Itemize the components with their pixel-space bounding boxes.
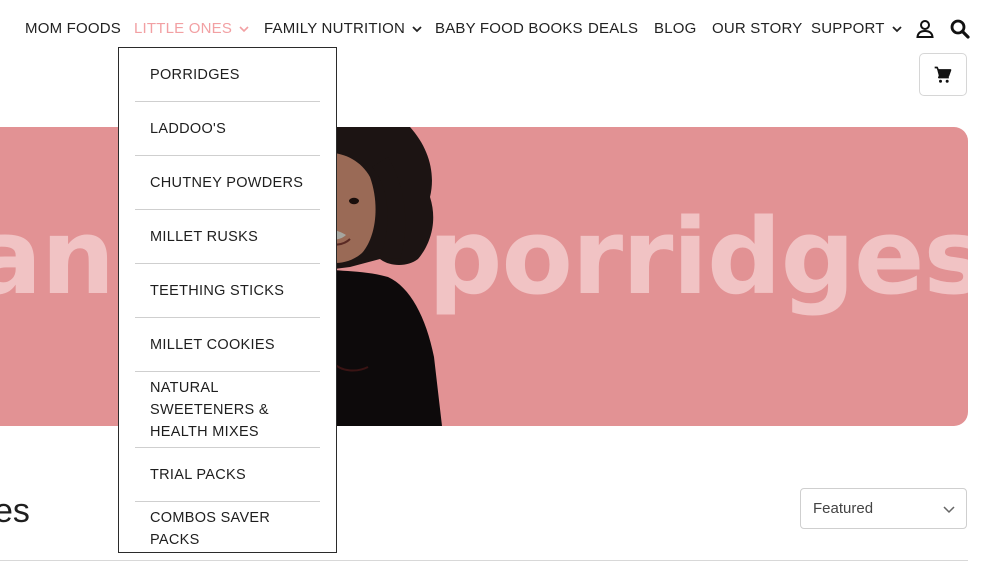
nav-item-little-ones[interactable]: LITTLE ONES: [134, 20, 250, 37]
chevron-down-icon: [239, 25, 249, 32]
hero-text-left: an: [0, 196, 115, 318]
nav-item-baby-food-books[interactable]: BABY FOOD BOOKS: [435, 20, 583, 37]
nav-label: DEALS: [588, 20, 639, 37]
nav-item-family-nutrition[interactable]: FAMILY NUTRITION: [264, 20, 423, 37]
cart-icon: [934, 66, 952, 83]
dropdown-item-label: LADDOO'S: [150, 120, 227, 137]
chevron-down-icon: [412, 25, 422, 32]
nav-item-our-story[interactable]: OUR STORY: [712, 20, 802, 37]
account-icon[interactable]: [914, 18, 936, 40]
chevron-down-icon: [892, 25, 902, 32]
hero-text-right: porridges: [428, 196, 968, 318]
dropdown-item-laddoos[interactable]: LADDOO'S: [135, 102, 320, 156]
nav-label: MOM FOODS: [25, 20, 121, 37]
dropdown-item-combos-saver-packs[interactable]: COMBOS SAVER PACKS: [135, 502, 320, 555]
dropdown-item-label: MILLET RUSKS: [150, 228, 259, 245]
dropdown-item-label: COMBOS SAVER PACKS: [150, 509, 271, 548]
section-divider: [0, 560, 968, 561]
dropdown-item-label: NATURAL SWEETENERS & HEALTH MIXES: [150, 379, 269, 440]
little-ones-dropdown-menu: PORRIDGES LADDOO'S CHUTNEY POWDERS MILLE…: [118, 47, 337, 553]
dropdown-item-label: PORRIDGES: [150, 66, 240, 83]
dropdown-item-millet-rusks[interactable]: MILLET RUSKS: [135, 210, 320, 264]
nav-label: BABY FOOD BOOKS: [435, 20, 583, 37]
nav-label: SUPPORT: [811, 20, 885, 37]
dropdown-item-label: CHUTNEY POWDERS: [150, 174, 304, 191]
nav-item-deals[interactable]: DEALS: [588, 20, 638, 37]
dropdown-item-chutney-powders[interactable]: CHUTNEY POWDERS: [135, 156, 320, 210]
nav-label: BLOG: [654, 20, 697, 37]
chevron-down-icon: [943, 505, 955, 513]
sort-select[interactable]: Featured: [800, 488, 967, 529]
nav-label: FAMILY NUTRITION: [264, 20, 405, 37]
dropdown-item-natural-sweeteners[interactable]: NATURAL SWEETENERS & HEALTH MIXES: [135, 372, 320, 448]
nav-item-support[interactable]: SUPPORT: [811, 20, 903, 37]
dropdown-item-millet-cookies[interactable]: MILLET COOKIES: [135, 318, 320, 372]
nav-label: OUR STORY: [712, 20, 803, 37]
search-icon[interactable]: [949, 18, 971, 40]
dropdown-item-label: MILLET COOKIES: [150, 336, 275, 353]
dropdown-item-trial-packs[interactable]: TRIAL PACKS: [135, 448, 320, 502]
nav-label: LITTLE ONES: [134, 20, 233, 37]
dropdown-item-label: TEETHING STICKS: [150, 282, 285, 299]
dropdown-item-label: TRIAL PACKS: [150, 466, 246, 483]
dropdown-item-porridges[interactable]: PORRIDGES: [135, 48, 320, 102]
nav-item-blog[interactable]: BLOG: [654, 20, 696, 37]
nav-item-mom-foods[interactable]: MOM FOODS: [25, 20, 121, 37]
sort-selected-value: Featured: [813, 500, 874, 517]
cart-button[interactable]: [919, 53, 967, 96]
dropdown-item-teething-sticks[interactable]: TEETHING STICKS: [135, 264, 320, 318]
collection-title: es: [0, 492, 30, 530]
